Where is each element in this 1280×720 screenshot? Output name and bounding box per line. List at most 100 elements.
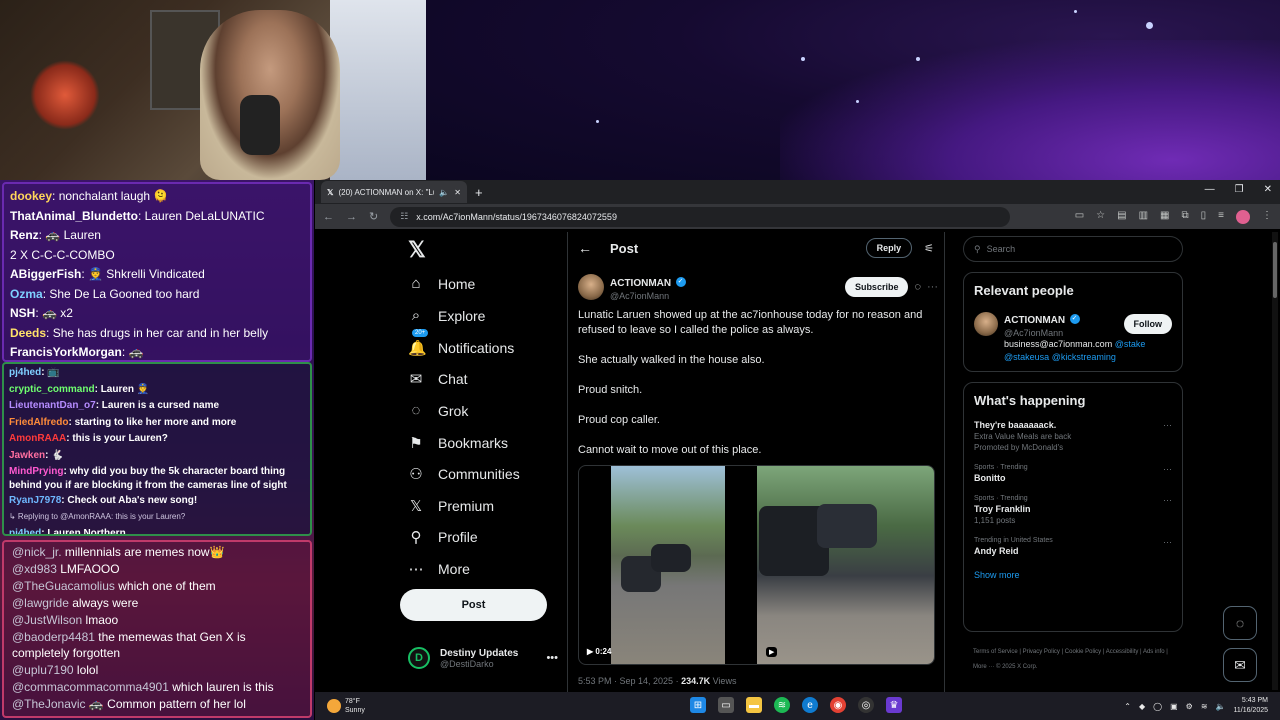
nav-premium[interactable]: 𝕏 Premium [408,497,494,515]
extension-trash-icon[interactable]: ▥ [1139,210,1148,224]
minimize-icon[interactable]: — [1205,184,1215,195]
author-avatar[interactable] [578,274,604,300]
bio-link-stake[interactable]: @stake [1115,339,1146,349]
grok-icon[interactable]: ◌ [914,281,921,293]
extensions-puzzle-icon[interactable]: ⧉ [1182,210,1189,224]
spotify-icon[interactable]: ≋ [774,697,790,713]
new-tab-button[interactable]: + [475,185,483,200]
follow-button[interactable]: Follow [1123,314,1172,334]
screen: dookey: nonchalant laugh 🫠 ThatAnimal_Blu… [0,0,1280,720]
trend-more-icon[interactable]: ··· [1163,537,1172,547]
nav-chat[interactable]: ✉ Chat [408,370,468,388]
play-icon[interactable]: ▶ [766,647,778,657]
bio-email: business@ac7ionman.com [1004,339,1115,349]
site-info-icon[interactable]: ☷ [400,211,408,222]
trend-more-icon[interactable]: ··· [1163,420,1172,430]
nav-home[interactable]: ⌂ Home [408,275,475,292]
chat-message: @TheJonavic 🚓 Common pattern of her lol [12,696,302,713]
messages-fab-icon[interactable]: ✉ [1223,648,1257,682]
steam-icon[interactable]: ⚙ [1186,702,1193,711]
tray-app-icon[interactable]: ▣ [1170,702,1178,711]
task-view-icon[interactable]: ▭ [718,697,734,713]
scrollbar-thumb[interactable] [1273,242,1277,298]
trend-more-icon[interactable]: ··· [1163,464,1172,474]
search-input[interactable]: ⚲ Search [963,236,1183,262]
back-icon[interactable]: ← [323,211,334,223]
reload-icon[interactable]: ↻ [369,210,378,223]
back-arrow-icon[interactable]: ← [578,240,592,256]
windows-start-icon[interactable]: ⊞ [690,697,706,713]
profile-avatar[interactable] [1236,209,1250,224]
filter-icon[interactable]: ⚟ [924,242,934,255]
relevant-name[interactable]: ACTIONMAN [1004,315,1065,326]
wifi-icon[interactable]: ≋ [1201,702,1208,711]
chat-text: Lauren Northern [47,527,126,536]
relevant-handle[interactable]: @Ac7ionMann [1004,328,1080,338]
tray-chevron-icon[interactable]: ⌃ [1124,702,1131,711]
browser-tab[interactable]: 𝕏 (20) ACTIONMAN on X: "Lu 🔈 ✕ [321,181,467,203]
post-button[interactable]: Post [400,589,547,621]
trend-more-icon[interactable]: ··· [1163,495,1172,505]
nav-more[interactable]: ⋯ More [408,560,470,578]
trend-item[interactable]: Sports · Trending Bonitto ··· [974,464,1172,483]
chat-message: Ozma: She De La Gooned too hard [10,285,304,305]
bookmark-star-icon[interactable]: ☆ [1096,210,1105,224]
chat-text: Lauren is a cursed name [101,400,220,412]
bio-link-stakeusa[interactable]: @stakeusa [1004,352,1049,362]
nav-grok[interactable]: ◌ Grok [408,402,469,419]
trend-item[interactable]: Sports · Trending Troy Franklin 1,151 post… [974,495,1172,525]
clock[interactable]: 5:43 PM 11/16/2025 [1233,696,1268,716]
nav-notifications[interactable]: 🔔 20+ Notifications [408,329,514,357]
post-video[interactable]: ▶ 0:24 ▶ [578,465,935,665]
subscribe-button[interactable]: Subscribe [844,277,909,297]
tray-app-icon[interactable]: ◯ [1153,702,1162,711]
file-explorer-icon[interactable]: ▬ [746,697,762,713]
close-tab-icon[interactable]: ✕ [454,188,461,197]
post-timestamp[interactable]: 5:53 PM · Sep 14, 2025 · [578,676,681,686]
author-handle[interactable]: @Ac7ionMann [610,291,686,301]
obs-icon[interactable]: ◎ [858,697,874,713]
volume-icon[interactable]: 🔈 [1216,702,1226,711]
x-right-column: ⚲ Search Relevant people ACTIONMAN ✓ @Ac… [963,232,1185,692]
nav-bookmarks[interactable]: ⚑ Bookmarks [408,434,508,452]
extension-box-icon[interactable]: ▦ [1160,210,1169,224]
speaker-icon[interactable]: 🔈 [439,188,449,197]
grok-fab-icon[interactable]: ◌ [1223,606,1257,640]
menu-kebab-icon[interactable]: ⋮ [1262,210,1272,224]
x-logo[interactable]: 𝕏 [408,237,426,263]
url-field[interactable]: ☷ x.com/Ac7ionMann/status/19673460768240… [390,206,1011,227]
tray-app-icon[interactable]: ◆ [1139,702,1145,711]
screen-icon[interactable]: ▭ [1075,210,1084,224]
reply-button[interactable]: Reply [865,238,913,258]
sidebar-icon[interactable]: ▯ [1201,210,1207,224]
chat-username: @commacommacomma4901 [12,680,169,695]
page-title: Post [610,240,639,256]
nav-profile[interactable]: ⚲ Profile [408,528,478,546]
chat-colon: : [52,189,59,203]
close-window-icon[interactable]: ✕ [1264,184,1272,195]
account-more-icon[interactable]: ••• [546,652,558,664]
taskbar: 78°F Sunny ⊞ ▭ ▬ ≋ e ◉ ◎ ♛ ⌃ ◆ ◯ ▣ ⚙ ≋ 🔈 … [315,692,1280,720]
forward-icon[interactable]: → [346,211,357,223]
author-name[interactable]: ACTIONMAN [610,278,671,289]
account-switcher[interactable]: D Destiny Updates @DestiDarko ••• [408,647,558,669]
footer-links[interactable]: Terms of Service | Privacy Policy | Cook… [973,645,1183,675]
trend-item[interactable]: They're baaaaaack. Extra Value Meals are … [974,420,1172,452]
chrome-icon[interactable]: ◉ [830,697,846,713]
scrollbar[interactable] [1272,232,1278,690]
bio-link-kickstreaming[interactable]: @kickstreaming [1052,352,1116,362]
app-icon[interactable]: ♛ [886,697,902,713]
chat-username: @uplu7190 [12,663,74,678]
nav-communities[interactable]: ⚇ Communities [408,465,519,483]
maximize-icon[interactable]: ❐ [1235,184,1244,195]
post-more-icon[interactable]: ··· [927,281,938,293]
media-icon[interactable]: ≡ [1218,210,1224,224]
nav-explore[interactable]: ⌕ Explore [408,307,486,324]
show-more-link[interactable]: Show more [974,570,1172,580]
trend-item[interactable]: Trending in United States Andy Reid ··· [974,537,1172,556]
edge-icon[interactable]: e [802,697,818,713]
relevant-avatar[interactable] [974,312,998,336]
extension-doc-icon[interactable]: ▤ [1117,210,1126,224]
weather-widget[interactable]: 78°F Sunny [327,697,365,715]
chat-username: ThatAnimal_Blundetto [10,208,138,223]
